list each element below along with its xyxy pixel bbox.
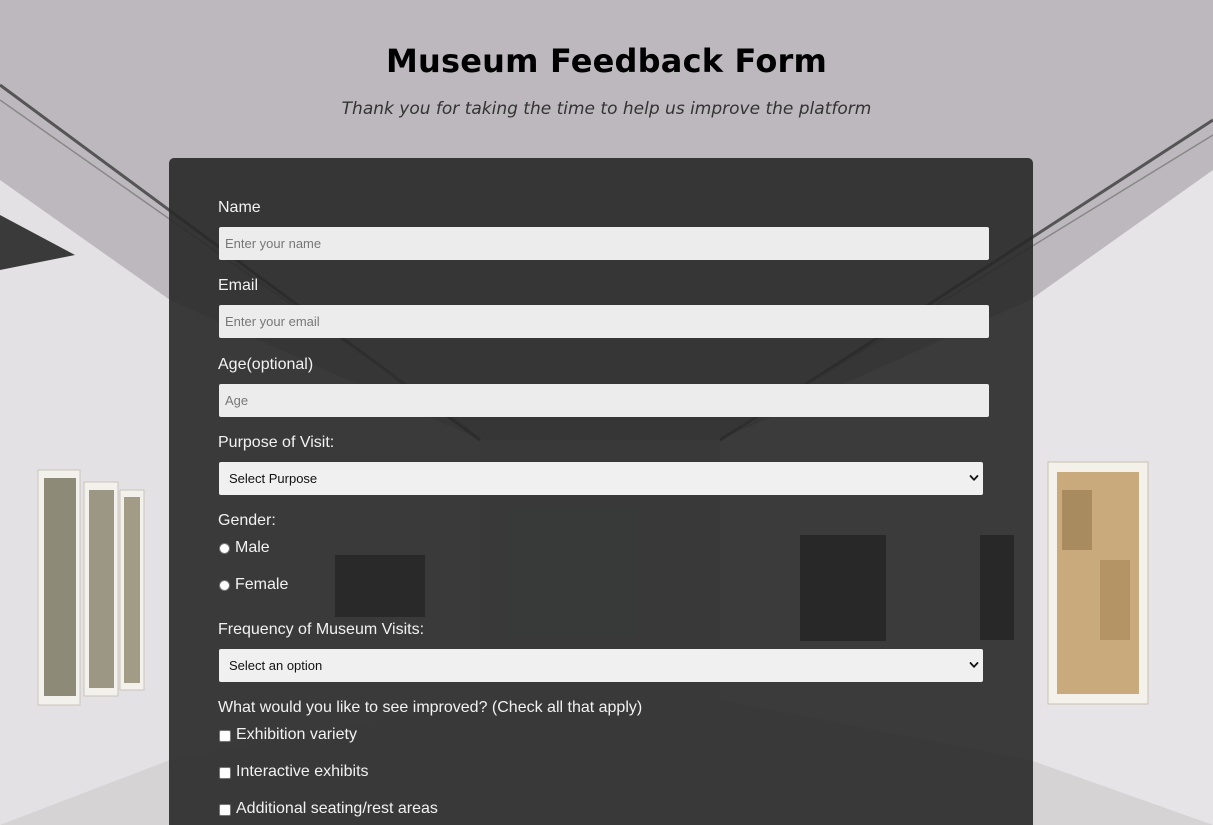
purpose-label: Purpose of Visit:: [218, 434, 335, 451]
male-radio[interactable]: [219, 543, 230, 554]
female-radio[interactable]: [219, 580, 230, 591]
age-label: Age(optional): [218, 356, 314, 373]
purpose-select[interactable]: Select Purpose: [219, 462, 983, 495]
female-radio-label: Female: [235, 576, 289, 593]
improvement-option-exhibition-variety[interactable]: Exhibition variety: [219, 725, 357, 745]
name-label: Name: [218, 199, 261, 216]
feedback-form: Name Email Age(optional) Purpose of Visi…: [169, 158, 1033, 825]
chevron-down-icon: [969, 662, 979, 668]
improvements-label: What would you like to see improved? (Ch…: [218, 699, 643, 716]
gender-label: Gender:: [218, 512, 276, 529]
chevron-down-icon: [969, 475, 979, 481]
name-input[interactable]: [219, 227, 989, 260]
page-title: Museum Feedback Form: [385, 42, 828, 80]
seating-label: Additional seating/rest areas: [236, 800, 438, 817]
exhibition-variety-checkbox[interactable]: [219, 729, 231, 742]
improvement-option-seating[interactable]: Additional seating/rest areas: [219, 799, 438, 819]
email-label: Email: [218, 277, 259, 294]
gender-option-male[interactable]: Male: [219, 538, 270, 558]
exhibition-variety-label: Exhibition variety: [236, 726, 357, 743]
frequency-label: Frequency of Museum Visits:: [218, 621, 425, 638]
improvement-option-interactive-exhibits[interactable]: Interactive exhibits: [219, 762, 369, 782]
frequency-select[interactable]: Select an option: [219, 649, 983, 682]
purpose-select-value: Select Purpose: [229, 471, 318, 486]
seating-checkbox[interactable]: [219, 803, 231, 816]
male-radio-label: Male: [235, 539, 270, 556]
interactive-exhibits-label: Interactive exhibits: [236, 763, 369, 780]
frequency-select-value: Select an option: [229, 658, 323, 673]
page-subtitle: Thank you for taking the time to help us…: [341, 99, 872, 119]
gender-option-female[interactable]: Female: [219, 575, 288, 595]
email-input[interactable]: [219, 305, 989, 338]
interactive-exhibits-checkbox[interactable]: [219, 766, 231, 779]
age-input[interactable]: [219, 384, 989, 417]
